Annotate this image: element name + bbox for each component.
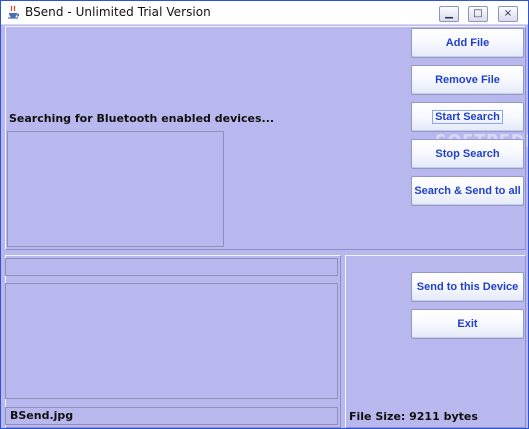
window-title-bar[interactable]: BSend - Unlimited Trial Version ▁ □ × [1, 1, 528, 25]
remove-file-button[interactable]: Remove File [411, 65, 524, 95]
send-to-device-button[interactable]: Send to this Device [411, 272, 524, 302]
file-preview-box [5, 283, 338, 399]
selected-file-name: BSend.jpg [10, 409, 74, 422]
bluetooth-device-list[interactable] [7, 131, 224, 247]
stop-search-button[interactable]: Stop Search [411, 139, 524, 169]
exit-button-label: Exit [457, 318, 478, 330]
send-to-device-button-label: Send to this Device [416, 281, 519, 293]
start-search-button[interactable]: Start Search [411, 102, 524, 132]
transfer-progress-field [5, 258, 338, 276]
search-send-all-button[interactable]: Search & Send to all [411, 176, 524, 206]
maximize-icon: □ [473, 8, 483, 19]
maximize-button[interactable]: □ [468, 6, 488, 22]
java-app-icon [8, 5, 20, 19]
app-window: BSend - Unlimited Trial Version ▁ □ × Se… [0, 0, 529, 429]
minimize-button[interactable]: ▁ [439, 6, 459, 22]
close-icon: × [503, 8, 513, 19]
search-send-all-button-label: Search & Send to all [414, 185, 521, 197]
selected-file-box: BSend.jpg [5, 407, 338, 425]
add-file-button[interactable]: Add File [411, 28, 524, 58]
minimize-icon: ▁ [445, 8, 453, 19]
close-button[interactable]: × [498, 6, 518, 22]
stop-search-button-label: Stop Search [435, 148, 500, 160]
add-file-button-label: Add File [445, 37, 490, 49]
exit-button[interactable]: Exit [411, 309, 524, 339]
remove-file-button-label: Remove File [435, 74, 500, 86]
start-search-button-label: Start Search [432, 110, 503, 124]
window-title: BSend - Unlimited Trial Version [25, 5, 211, 19]
search-status-text: Searching for Bluetooth enabled devices.… [9, 112, 275, 125]
file-size-text: File Size: 9211 bytes [349, 410, 478, 423]
